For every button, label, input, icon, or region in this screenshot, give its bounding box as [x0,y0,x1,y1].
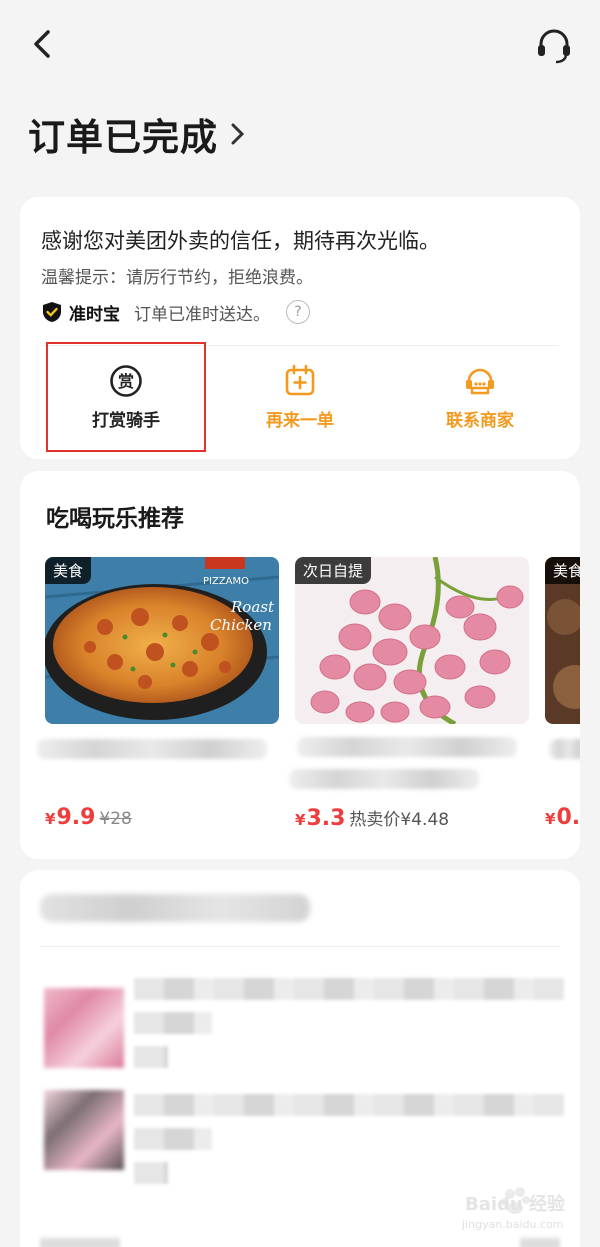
svg-text:赏: 赏 [118,372,134,391]
blurred-product-name [134,1094,564,1116]
category-tag: 美食 [545,557,580,584]
status-title-text: 订单已完成 [28,116,218,159]
blurred-product-name [134,978,564,1000]
currency: ¥ [295,811,306,829]
image-caption-1: Roast [230,598,275,616]
image-brand-text: PIZZAMO [203,576,249,587]
original-price: ¥28 [99,809,132,829]
price: 3.3 [306,806,346,831]
product-image: PIZZAMO Roast Chicken 美食 [45,557,279,724]
image-caption-2: Chicken [210,616,272,634]
reward-icon: 赏 [110,365,142,397]
help-icon[interactable]: ? [286,300,310,324]
price: 0. [556,805,580,830]
recommendations-card: 吃喝玩乐推荐 PIZZAMO Roast Chicken 美食 ¥ 9.9 ¥2… [20,471,580,859]
customer-service-icon[interactable] [534,26,574,66]
blurred-product-spec [134,1012,212,1034]
currency: ¥ [545,810,556,828]
divider [40,946,560,947]
blurred-title [549,739,580,759]
price-row: ¥ 9.9 ¥28 [45,805,132,835]
category-tag: 次日自提 [295,557,372,584]
watermark-url: jingyan.baidu.com [462,1218,564,1231]
hot-sale-price: 热卖价¥4.48 [349,810,450,830]
top-bar [0,0,600,90]
watermark-text: Baidu 经验 [465,1194,566,1215]
currency: ¥ [45,810,56,828]
waste-tip: 温馨提示：请厉行节约，拒绝浪费。 [41,268,313,288]
blurred-title [297,737,517,757]
reward-rider-button[interactable]: 赏 打赏骑手 [46,347,206,453]
recommendations-title: 吃喝玩乐推荐 [46,506,184,532]
recommendation-item[interactable]: 次日自提 ¥ 3.3 热卖价¥4.48 [289,557,529,847]
blurred-store-name [40,894,310,922]
chevron-right-icon [231,123,245,145]
blurred-product-qty [134,1046,168,1068]
action-label: 联系商家 [446,411,514,431]
contact-merchant-button[interactable]: 联系商家 [400,347,560,453]
category-tag: 美食 [45,557,92,584]
blurred-title [289,769,479,789]
reorder-button[interactable]: 再来一单 [220,347,380,453]
thanks-message: 感谢您对美团外卖的信任，期待再次光临。 [41,229,440,253]
back-icon[interactable] [28,24,58,64]
action-label: 再来一单 [266,411,334,431]
product-image: 美食 [545,557,580,724]
blurred-product-spec [134,1128,212,1150]
blurred-product-image [44,988,124,1068]
recommendation-item[interactable]: 美食 ¥ 0. [545,557,580,847]
blurred-product-image [44,1090,124,1170]
blurred-product-qty [134,1162,168,1184]
ontime-name: 准时宝 [69,304,120,325]
ontime-desc: 订单已准时送达。 [134,304,270,325]
ontime-guarantee: 准时宝 订单已准时送达。 ? [41,297,310,327]
price-row: ¥ 3.3 热卖价¥4.48 [295,805,449,835]
divider [41,345,559,346]
price: 9.9 [56,805,96,830]
action-label: 打赏骑手 [92,411,160,431]
recommendation-item[interactable]: PIZZAMO Roast Chicken 美食 ¥ 9.9 ¥28 [37,557,279,847]
price-row: ¥ 0. [545,805,580,835]
order-info-card: 感谢您对美团外卖的信任，期待再次光临。 温馨提示：请厉行节约，拒绝浪费。 准时宝… [20,197,580,459]
order-status-title[interactable]: 订单已完成 [28,108,248,160]
blurred-fee-label [40,1238,120,1247]
shield-icon [43,302,61,322]
reorder-icon [285,364,315,396]
contact-merchant-icon [466,368,494,395]
product-image: 次日自提 [295,557,529,724]
blurred-title [37,739,267,759]
blurred-fee-value [520,1238,560,1247]
